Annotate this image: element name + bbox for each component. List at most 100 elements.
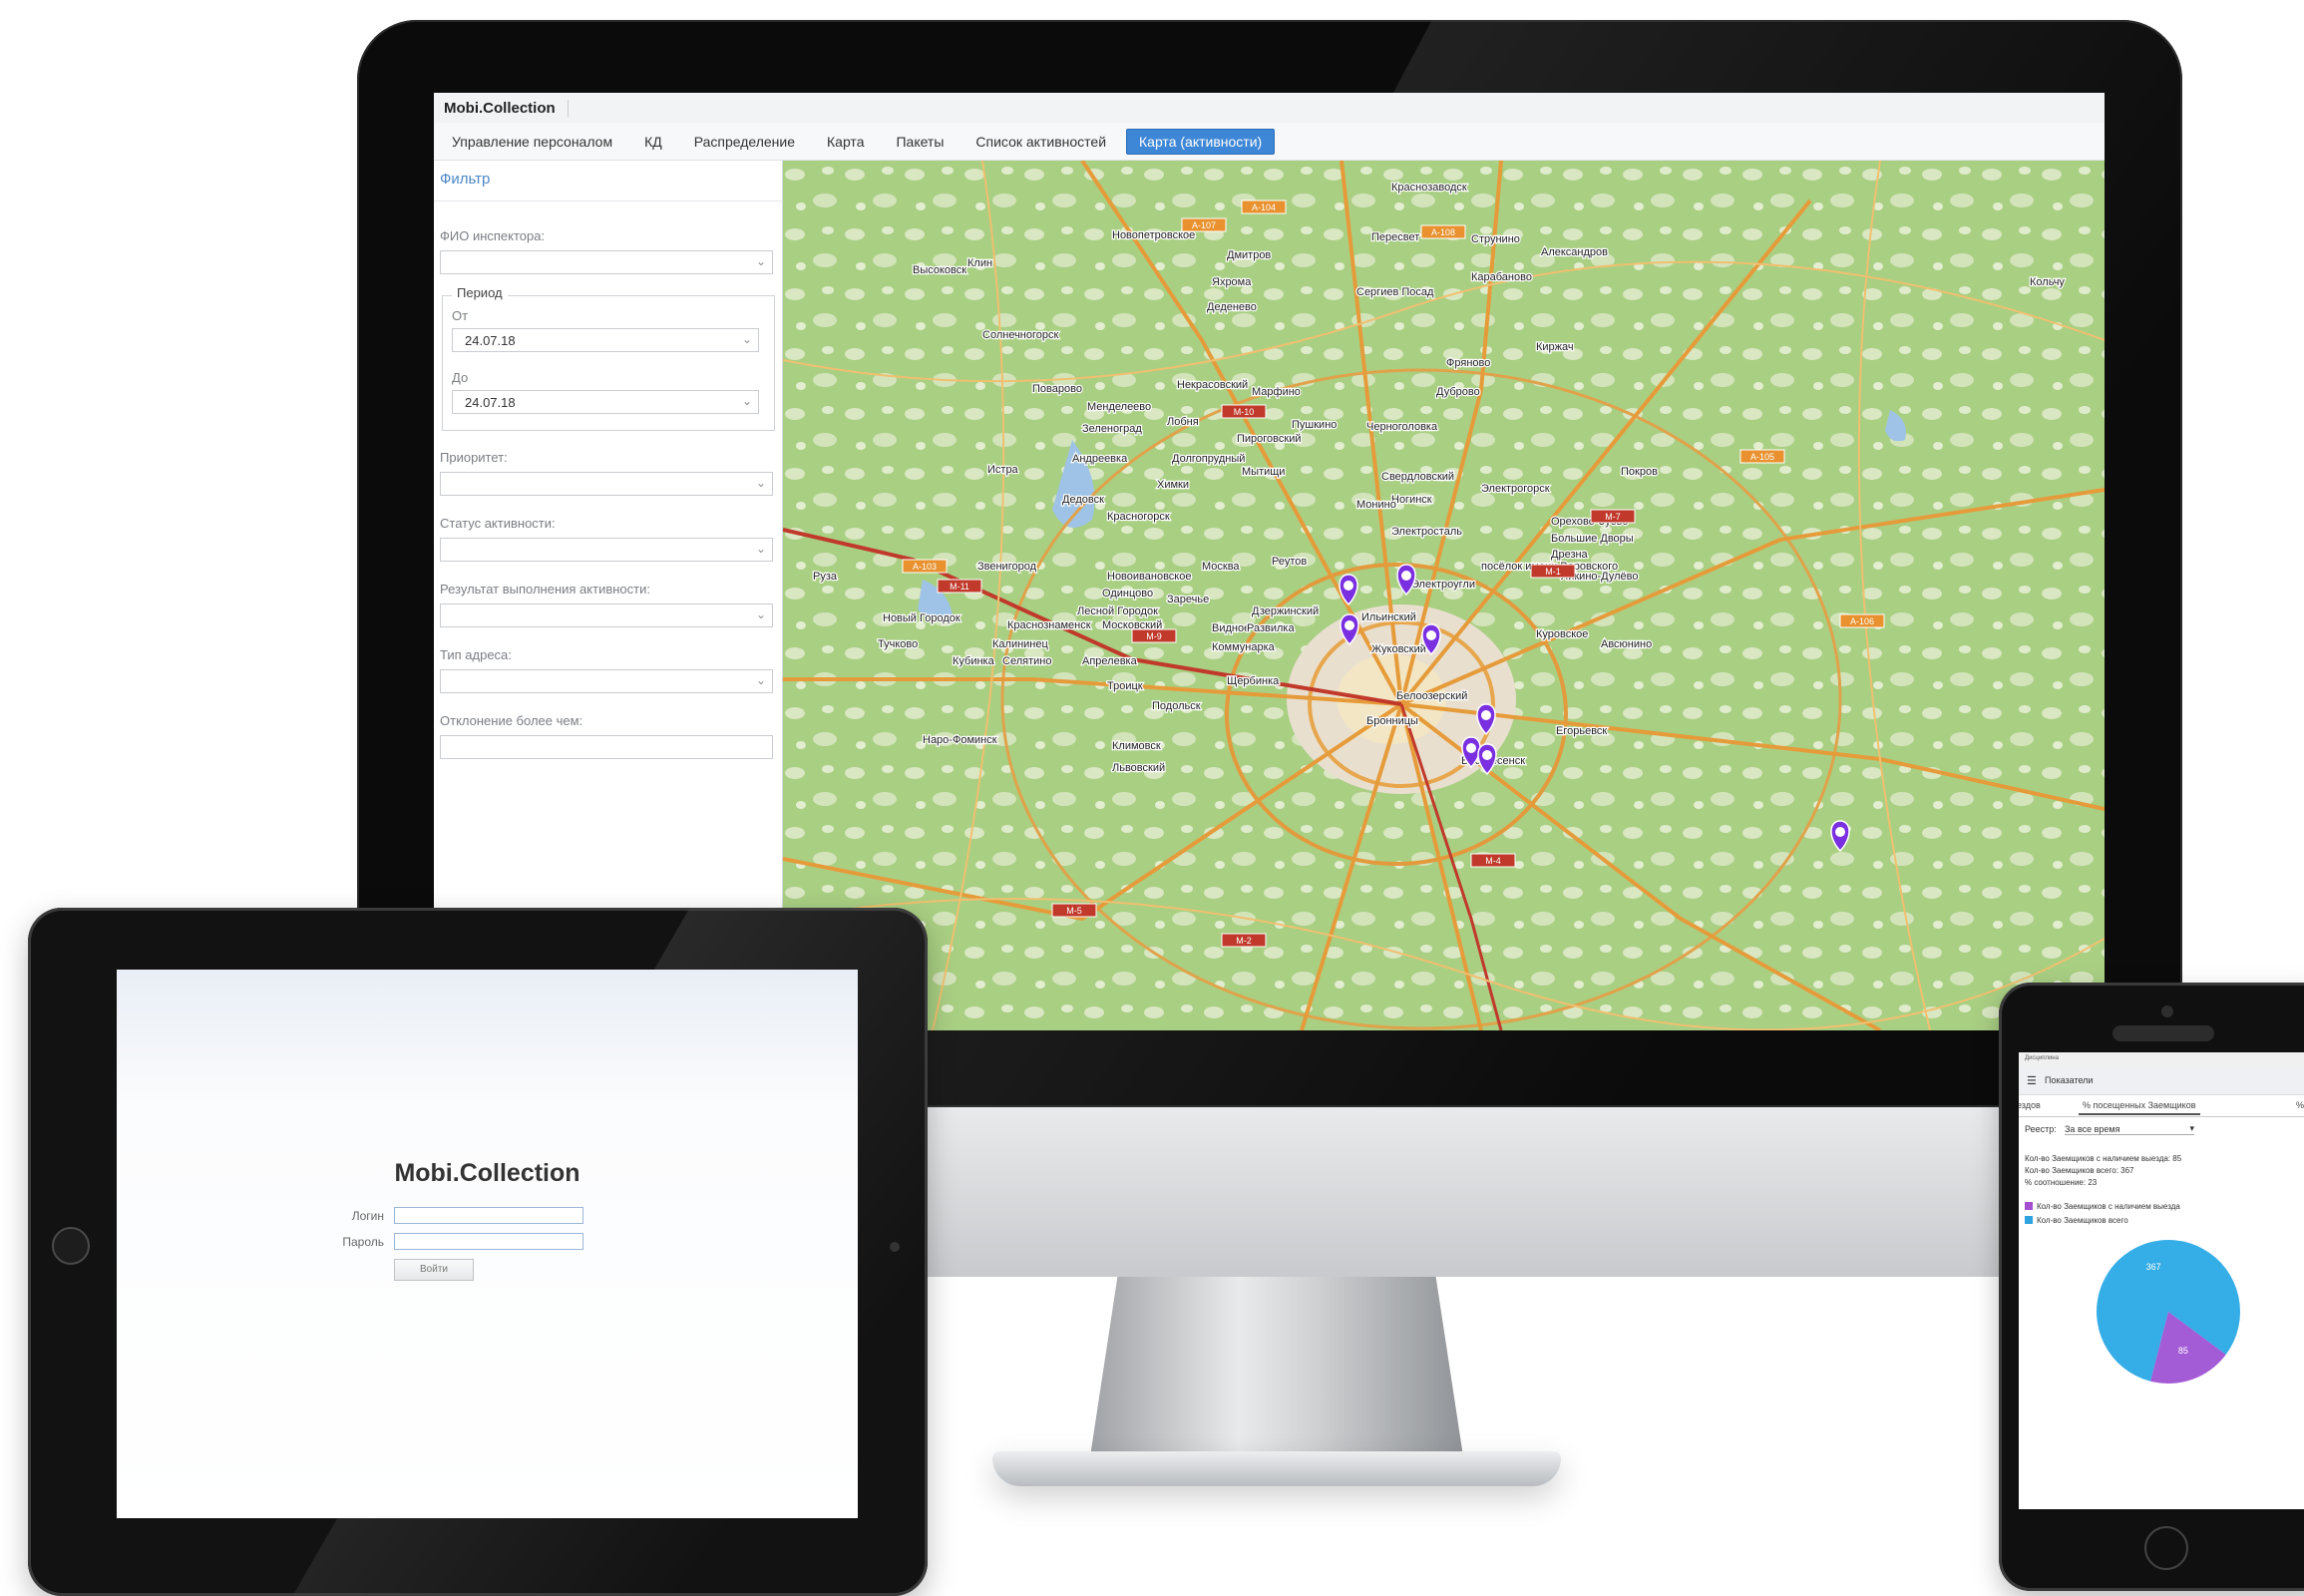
place-label: Подольск <box>1152 700 1201 712</box>
place-label: Менделеево <box>1087 401 1151 413</box>
registry-select[interactable]: За все время ▾ <box>2065 1123 2194 1135</box>
deviation-label: Отклонение более чем: <box>440 713 583 728</box>
road-shield: А-108 <box>1420 224 1466 239</box>
filter-panel: Фильтр ФИО инспектора: ⌄ Период От 24.07… <box>434 161 783 1030</box>
deviation-input[interactable] <box>440 735 773 759</box>
place-label: Пироговский <box>1237 433 1302 445</box>
main-tab-bar: Управление персоналом КД Распределение К… <box>434 123 2105 161</box>
inspector-label: ФИО инспектора: <box>440 228 546 243</box>
chevron-down-icon: ⌄ <box>741 332 752 346</box>
road-shield: М-5 <box>1051 903 1097 918</box>
stat-line: Кол-во Заемщиков всего: 367 <box>2025 1166 2134 1175</box>
road-shield: А-106 <box>1839 613 1885 628</box>
place-label: Развилка <box>1247 622 1295 634</box>
tablet-home-button <box>52 1227 90 1265</box>
place-label: Авсюнино <box>1601 638 1652 650</box>
place-label: Белоозерский <box>1396 690 1467 702</box>
svg-text:М-11: М-11 <box>950 582 969 592</box>
password-label: Пароль <box>342 1235 384 1249</box>
phone-tab-trips[interactable]: ездов <box>2019 1100 2041 1110</box>
road-shield: М-7 <box>1590 509 1636 524</box>
place-label: Струнино <box>1471 233 1520 245</box>
login-title: Mobi.Collection <box>394 1159 580 1187</box>
place-label: Новоивановское <box>1107 571 1191 583</box>
place-label: Тучково <box>878 638 918 650</box>
chevron-down-icon: ▾ <box>2189 1123 2194 1133</box>
stat-line: Кол-во Заемщиков с наличием выезда: 85 <box>2025 1154 2182 1163</box>
place-label: Лесной Городок <box>1077 605 1158 617</box>
place-label: Андреевка <box>1072 453 1128 465</box>
status-select[interactable]: ⌄ <box>440 538 773 562</box>
place-label: Карабаново <box>1471 271 1532 283</box>
app-titlebar: Mobi.Collection <box>434 93 2105 124</box>
phone-stats-screen: Дисциплина ☰ Показатели ездов % посещенн… <box>2019 1052 2304 1509</box>
svg-text:М-4: М-4 <box>1485 856 1501 866</box>
address-type-select[interactable]: ⌄ <box>440 669 773 693</box>
svg-text:А-106: А-106 <box>1850 616 1874 626</box>
place-label: Солнечногорск <box>982 329 1058 341</box>
place-label: Большие Дворы <box>1551 533 1634 545</box>
place-label: Ильинский <box>1361 611 1416 623</box>
pie-data-label: 85 <box>2178 1346 2188 1356</box>
svg-text:М-2: М-2 <box>1236 936 1252 946</box>
tab-kd[interactable]: КД <box>632 130 674 154</box>
place-label: Одинцово <box>1102 588 1153 599</box>
place-label: Коммунарка <box>1212 641 1276 653</box>
phone-home-button <box>2144 1526 2188 1570</box>
place-label: Электрогорск <box>1481 483 1550 495</box>
chevron-down-icon: ⌄ <box>741 394 752 408</box>
place-label: Александров <box>1541 246 1608 258</box>
priority-select[interactable]: ⌄ <box>440 472 773 496</box>
tab-activity-map[interactable]: Карта (активности) <box>1126 128 1276 155</box>
place-label: Покров <box>1621 466 1658 478</box>
map-canvas[interactable]: Красноза­водск Пересвет Струнино Александро… <box>783 161 2105 1030</box>
svg-text:М-10: М-10 <box>1234 407 1255 417</box>
app-bar-title: Показатели <box>2045 1075 2094 1085</box>
to-date-picker[interactable]: 24.07.18 ⌄ <box>452 390 759 414</box>
place-label: Селятино <box>1002 655 1051 667</box>
place-label: Химки <box>1157 479 1189 491</box>
place-label: Климовск <box>1112 740 1161 752</box>
place-label: Видное <box>1212 622 1250 634</box>
place-label: Высоковск <box>913 264 966 276</box>
place-label: Электроугли <box>1411 579 1475 591</box>
tab-map[interactable]: Карта <box>815 130 876 154</box>
from-date-picker[interactable]: 24.07.18 ⌄ <box>452 328 759 352</box>
phone-tab-more[interactable]: % За <box>2296 1100 2304 1110</box>
legend-swatch <box>2025 1216 2033 1224</box>
activity-map[interactable]: Красноза­водск Пересвет Струнино Александро… <box>783 161 2105 1030</box>
tab-distribution[interactable]: Распределение <box>682 130 807 154</box>
place-label: Ногинск <box>1391 494 1432 506</box>
place-label: Яхрома <box>1212 276 1252 288</box>
place-label: Кубинка <box>953 655 995 667</box>
login-input[interactable] <box>394 1207 583 1224</box>
place-label: Поварово <box>1032 383 1082 395</box>
inspector-select[interactable]: ⌄ <box>440 250 773 274</box>
legend-swatch <box>2025 1202 2033 1210</box>
result-label: Результат выполнения активности: <box>440 582 650 597</box>
tablet-login-screen: Mobi.Collection Логин Пароль Войти <box>117 970 858 1518</box>
road-shield: М-11 <box>937 579 982 594</box>
tab-personnel[interactable]: Управление персоналом <box>440 130 624 154</box>
chevron-down-icon: ⌄ <box>755 673 766 687</box>
place-label: Деденево <box>1207 301 1257 313</box>
app-title: Mobi.Collection <box>444 100 569 117</box>
svg-text:М-5: М-5 <box>1066 906 1082 916</box>
to-label: До <box>452 370 469 385</box>
place-label: Долгопрудный <box>1172 453 1245 465</box>
login-submit-button[interactable]: Войти <box>394 1259 474 1281</box>
tab-activity-list[interactable]: Список активностей <box>963 130 1118 154</box>
menu-icon[interactable]: ☰ <box>2027 1074 2037 1087</box>
place-label: Пересвет <box>1371 231 1419 243</box>
phone-tab-visited[interactable]: % посещенных Заемщиков <box>2079 1100 2200 1115</box>
password-input[interactable] <box>394 1233 583 1250</box>
tab-packages[interactable]: Пакеты <box>884 130 956 154</box>
place-label: Куровское <box>1536 628 1588 640</box>
svg-text:А-108: А-108 <box>1431 227 1455 237</box>
phone-tab-bar: ездов % посещенных Заемщиков % За <box>2019 1094 2304 1117</box>
place-label: Реутов <box>1272 556 1307 568</box>
place-label: Истра <box>987 464 1019 476</box>
filter-title[interactable]: Фильтр <box>440 171 490 188</box>
result-select[interactable]: ⌄ <box>440 603 773 627</box>
phone-app-bar: ☰ Показатели <box>2019 1066 2304 1095</box>
